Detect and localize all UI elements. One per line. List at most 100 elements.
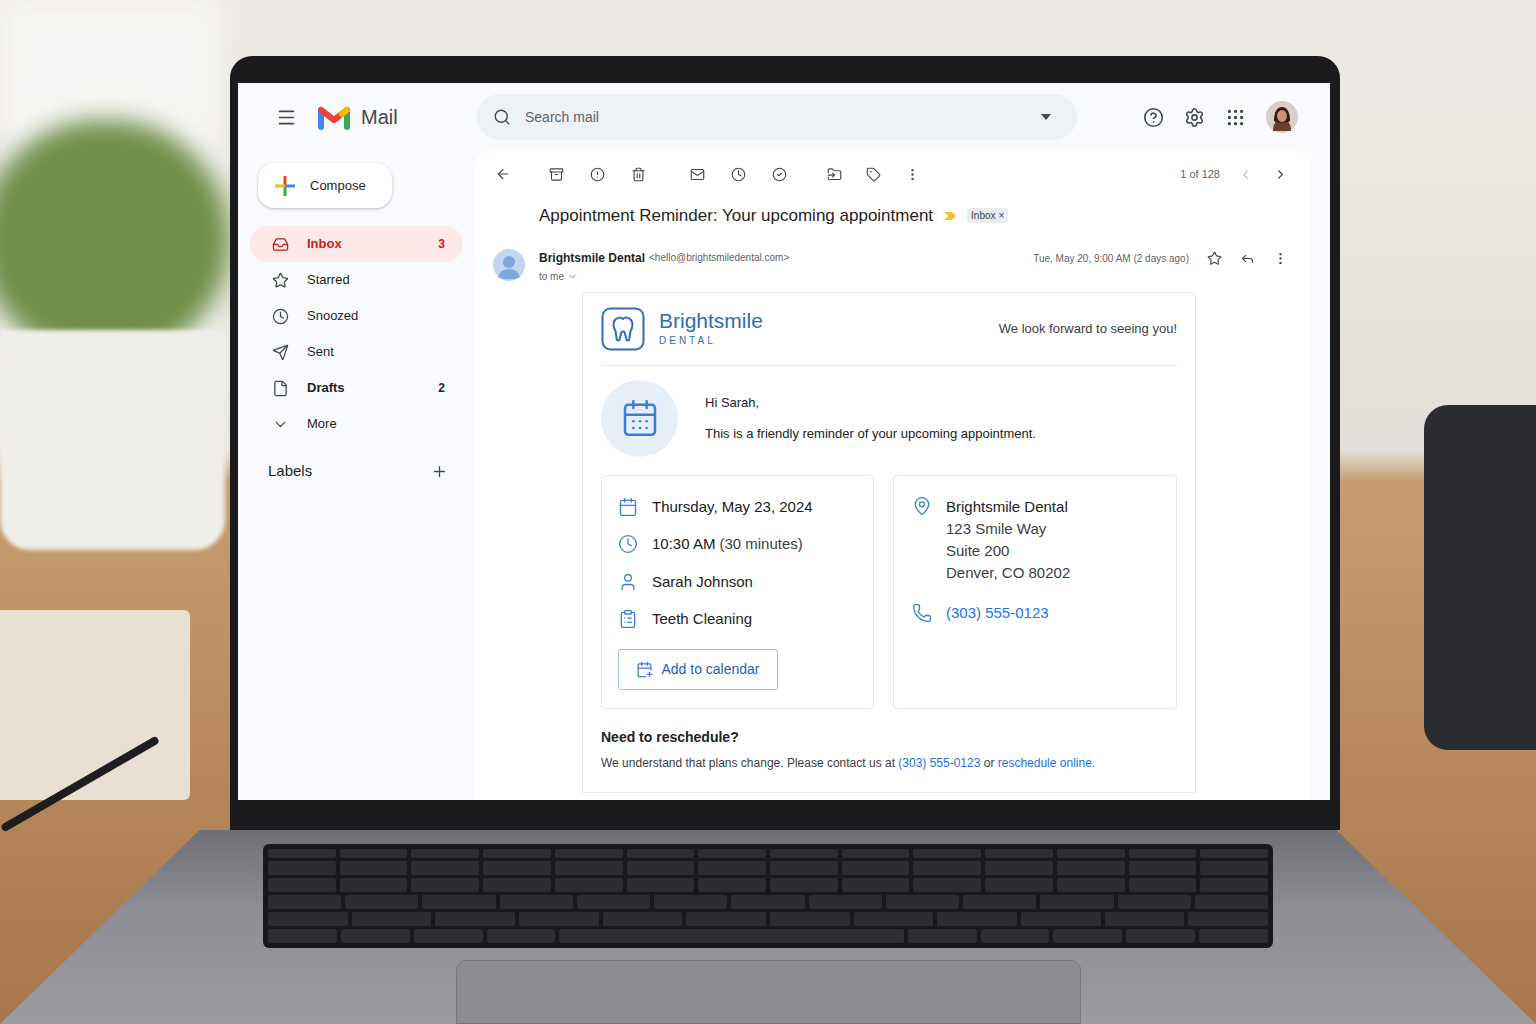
reschedule-phone-link[interactable]: (303) 555-0123 xyxy=(898,756,980,770)
key[interactable] xyxy=(654,895,727,909)
key[interactable] xyxy=(268,878,336,892)
key[interactable] xyxy=(770,912,850,926)
key[interactable] xyxy=(1188,912,1268,926)
key[interactable] xyxy=(268,861,336,875)
key[interactable] xyxy=(981,929,1050,943)
label-chip[interactable]: Inbox× xyxy=(967,208,1008,223)
key[interactable] xyxy=(913,878,981,892)
key[interactable] xyxy=(1129,849,1197,858)
key[interactable] xyxy=(1200,861,1268,875)
key[interactable] xyxy=(414,929,483,943)
key[interactable] xyxy=(411,849,479,858)
sidebar-item[interactable]: More xyxy=(250,406,463,442)
key[interactable] xyxy=(268,895,341,909)
key[interactable] xyxy=(1195,895,1268,909)
search-icon[interactable] xyxy=(493,108,511,126)
key[interactable] xyxy=(341,929,410,943)
key[interactable] xyxy=(603,912,683,926)
key[interactable] xyxy=(487,929,556,943)
snooze-icon[interactable] xyxy=(731,167,746,182)
sidebar-item[interactable]: Snoozed xyxy=(250,298,463,334)
key[interactable] xyxy=(1200,849,1268,858)
key[interactable] xyxy=(627,849,695,858)
key[interactable] xyxy=(809,895,882,909)
search-options-icon[interactable] xyxy=(1041,114,1051,120)
back-arrow-icon[interactable] xyxy=(495,166,511,182)
key[interactable] xyxy=(268,849,336,858)
key[interactable] xyxy=(886,895,959,909)
key[interactable] xyxy=(483,861,551,875)
trackpad[interactable] xyxy=(456,960,1081,1024)
key[interactable] xyxy=(555,861,623,875)
key[interactable] xyxy=(1118,895,1191,909)
key[interactable] xyxy=(770,878,838,892)
key[interactable] xyxy=(854,912,934,926)
key[interactable] xyxy=(268,929,337,943)
key[interactable] xyxy=(1126,929,1195,943)
key[interactable] xyxy=(1057,878,1125,892)
key[interactable] xyxy=(577,895,650,909)
key[interactable] xyxy=(686,912,766,926)
key[interactable] xyxy=(770,849,838,858)
key[interactable] xyxy=(842,861,910,875)
key[interactable] xyxy=(842,878,910,892)
key[interactable] xyxy=(731,895,804,909)
star-icon[interactable] xyxy=(1207,251,1222,266)
menu-icon[interactable] xyxy=(276,107,297,128)
add-to-calendar-button[interactable]: Add to calendar xyxy=(618,649,778,690)
report-spam-icon[interactable] xyxy=(590,167,605,182)
key[interactable] xyxy=(627,878,695,892)
key[interactable] xyxy=(770,861,838,875)
sidebar-item[interactable]: Drafts2 xyxy=(250,370,463,406)
key[interactable] xyxy=(1199,929,1268,943)
gmail-logo-icon[interactable] xyxy=(317,104,351,130)
archive-icon[interactable] xyxy=(549,167,564,182)
key[interactable] xyxy=(698,861,766,875)
key[interactable] xyxy=(411,861,479,875)
key[interactable] xyxy=(963,895,1036,909)
key[interactable] xyxy=(1040,895,1113,909)
key[interactable] xyxy=(698,878,766,892)
key[interactable] xyxy=(1021,912,1101,926)
key[interactable] xyxy=(435,912,515,926)
phone-link[interactable]: (303) 555-0123 xyxy=(946,602,1049,625)
key[interactable] xyxy=(519,912,599,926)
key[interactable] xyxy=(1057,861,1125,875)
apps-grid-icon[interactable] xyxy=(1225,107,1246,128)
gear-icon[interactable] xyxy=(1184,107,1205,128)
key[interactable] xyxy=(555,878,623,892)
recipient[interactable]: to me xyxy=(539,269,1033,284)
compose-button[interactable]: Compose xyxy=(258,163,392,208)
key[interactable] xyxy=(913,861,981,875)
key[interactable] xyxy=(483,849,551,858)
trash-icon[interactable] xyxy=(631,167,646,182)
key[interactable] xyxy=(1105,912,1185,926)
mark-unread-icon[interactable] xyxy=(690,167,705,182)
key[interactable] xyxy=(698,849,766,858)
key[interactable] xyxy=(340,849,408,858)
search-placeholder[interactable]: Search mail xyxy=(525,107,1041,128)
search-bar[interactable]: Search mail xyxy=(477,94,1077,140)
key[interactable] xyxy=(345,895,418,909)
key[interactable] xyxy=(908,929,977,943)
key[interactable] xyxy=(340,878,408,892)
move-to-icon[interactable] xyxy=(827,167,842,182)
sidebar-item[interactable]: Starred xyxy=(250,262,463,298)
chevron-left-icon[interactable] xyxy=(1238,167,1253,182)
key[interactable] xyxy=(937,912,1017,926)
more-icon[interactable] xyxy=(1273,251,1288,266)
key[interactable] xyxy=(500,895,573,909)
gmail-logo[interactable]: Mail xyxy=(317,102,398,132)
reply-icon[interactable] xyxy=(1240,251,1255,266)
chip-close[interactable]: × xyxy=(999,208,1005,223)
key[interactable] xyxy=(555,849,623,858)
key[interactable] xyxy=(422,895,495,909)
plus-icon[interactable] xyxy=(431,463,448,480)
recipient-details-icon[interactable] xyxy=(567,271,578,282)
key[interactable] xyxy=(268,912,348,926)
key[interactable] xyxy=(985,849,1053,858)
key[interactable] xyxy=(913,849,981,858)
key[interactable] xyxy=(352,912,432,926)
key[interactable] xyxy=(1200,878,1268,892)
more-icon[interactable] xyxy=(905,167,920,182)
